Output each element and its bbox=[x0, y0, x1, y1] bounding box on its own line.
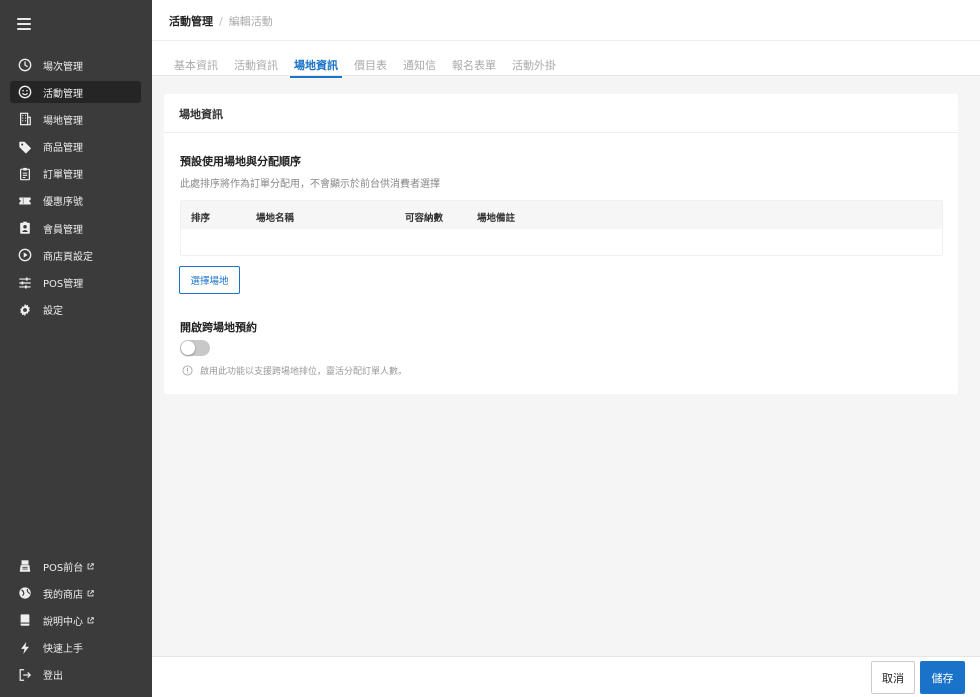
sidebar-item-settings[interactable]: 設定 bbox=[10, 299, 141, 321]
cross-venue-title: 開啟跨場地預約 bbox=[180, 321, 257, 334]
sidebar-item-pos-frontend[interactable]: POS前台 bbox=[10, 555, 141, 577]
sidebar-item-label: 會員管理 bbox=[43, 224, 83, 236]
gear-icon bbox=[17, 302, 32, 317]
sidebar-item-label: 優惠序號 bbox=[43, 197, 83, 209]
tab-registration-form[interactable]: 報名表單 bbox=[452, 57, 496, 78]
info-icon bbox=[182, 365, 193, 376]
tab-venue-info[interactable]: 場地資訊 bbox=[290, 57, 342, 78]
sidebar-item-help-center[interactable]: 說明中心 bbox=[10, 609, 141, 631]
column-header-capacity: 可容納數 bbox=[405, 213, 444, 224]
register-icon bbox=[17, 559, 32, 574]
default-venue-description: 此處排序將作為訂單分配用，不會顯示於前台供消費者選擇 bbox=[180, 179, 440, 190]
sidebar: 場次管理 活動管理 場地管理 商品管理 訂單管理 優惠序號 會員管理 商店頁設定… bbox=[0, 0, 152, 697]
cross-venue-toggle[interactable] bbox=[180, 340, 210, 356]
tab-event-plugins[interactable]: 活動外掛 bbox=[512, 57, 556, 78]
column-header-order: 排序 bbox=[191, 213, 211, 224]
cross-venue-hint-text: 啟用此功能以支援跨場地排位，靈活分配訂單人數。 bbox=[200, 367, 408, 377]
sidebar-item-label: 設定 bbox=[43, 306, 63, 318]
tab-notification-email[interactable]: 通知信 bbox=[403, 57, 436, 78]
venue-table: 排序 場地名稱 可容納數 場地備註 bbox=[180, 200, 943, 256]
tab-bar: 基本資訊 活動資訊 場地資訊 價目表 通知信 報名表單 活動外掛 bbox=[152, 41, 980, 78]
member-icon bbox=[17, 221, 32, 236]
sidebar-item-events[interactable]: 活動管理 bbox=[10, 81, 141, 104]
sidebar-item-label: POS前台 bbox=[43, 562, 84, 574]
sidebar-item-label: POS管理 bbox=[43, 279, 84, 290]
sidebar-item-sessions[interactable]: 場次管理 bbox=[10, 54, 141, 76]
tab-basic-info[interactable]: 基本資訊 bbox=[174, 57, 218, 78]
cancel-button[interactable]: 取消 bbox=[871, 661, 915, 694]
column-header-venue-note: 場地備註 bbox=[477, 213, 516, 224]
sidebar-item-label: 場次管理 bbox=[43, 61, 83, 73]
play-circle-icon bbox=[17, 248, 32, 263]
sidebar-item-orders[interactable]: 訂單管理 bbox=[10, 163, 141, 185]
building-icon bbox=[17, 112, 32, 127]
external-link-icon bbox=[87, 562, 94, 569]
sidebar-item-label: 說明中心 bbox=[43, 616, 83, 628]
sidebar-item-label: 場地管理 bbox=[43, 115, 83, 127]
external-link-icon bbox=[87, 617, 94, 624]
book-icon bbox=[17, 613, 32, 628]
sidebar-item-pos[interactable]: POS管理 bbox=[10, 272, 141, 294]
sidebar-item-venues[interactable]: 場地管理 bbox=[10, 108, 141, 130]
sidebar-nav: 場次管理 活動管理 場地管理 商品管理 訂單管理 優惠序號 會員管理 商店頁設定… bbox=[10, 54, 141, 326]
footer-actions: 取消 儲存 bbox=[152, 656, 980, 697]
sidebar-item-label: 訂單管理 bbox=[43, 170, 83, 182]
sidebar-item-members[interactable]: 會員管理 bbox=[10, 217, 141, 239]
smiley-icon bbox=[17, 85, 32, 100]
venue-info-card: 場地資訊 預設使用場地與分配順序 此處排序將作為訂單分配用，不會顯示於前台供消費… bbox=[164, 94, 958, 394]
sidebar-item-label: 快速上手 bbox=[43, 644, 83, 656]
external-link-icon bbox=[87, 589, 94, 597]
globe-icon bbox=[17, 586, 32, 601]
sidebar-item-quick-start[interactable]: 快速上手 bbox=[10, 637, 141, 659]
top-header: 活動管理 / 編輯活動 bbox=[152, 0, 980, 41]
breadcrumb-events[interactable]: 活動管理 bbox=[169, 13, 213, 29]
venue-table-header: 排序 場地名稱 可容納數 場地備註 bbox=[181, 201, 942, 229]
sliders-icon bbox=[17, 275, 32, 290]
sidebar-item-products[interactable]: 商品管理 bbox=[10, 136, 141, 158]
tab-price-list[interactable]: 價目表 bbox=[354, 57, 387, 78]
cross-venue-hint: 啟用此功能以支援跨場地排位，靈活分配訂單人數。 bbox=[182, 364, 407, 377]
clock-icon bbox=[17, 58, 32, 73]
logout-icon bbox=[17, 667, 32, 682]
card-title: 場地資訊 bbox=[164, 94, 958, 133]
tag-icon bbox=[17, 139, 32, 154]
sidebar-bottom-nav: POS前台 我的商店 說明中心 快速上手 登出 bbox=[10, 555, 141, 691]
column-header-venue-name: 場地名稱 bbox=[256, 213, 295, 224]
sidebar-item-coupons[interactable]: 優惠序號 bbox=[10, 190, 141, 212]
default-venue-title: 預設使用場地與分配順序 bbox=[180, 155, 301, 168]
toggle-knob bbox=[181, 341, 195, 355]
sidebar-item-label: 商品管理 bbox=[43, 143, 83, 155]
breadcrumb-current: 編輯活動 bbox=[228, 15, 273, 28]
save-button[interactable]: 儲存 bbox=[920, 661, 965, 694]
tab-event-info[interactable]: 活動資訊 bbox=[234, 57, 278, 78]
lightning-icon bbox=[17, 640, 32, 655]
breadcrumb: 活動管理 / 編輯活動 bbox=[169, 13, 273, 29]
sidebar-item-my-store[interactable]: 我的商店 bbox=[10, 582, 141, 604]
sidebar-item-logout[interactable]: 登出 bbox=[10, 664, 141, 686]
sidebar-item-label: 登出 bbox=[43, 671, 63, 683]
sidebar-item-label: 我的商店 bbox=[43, 589, 83, 601]
select-venue-button[interactable]: 選擇場地 bbox=[179, 266, 240, 294]
menu-icon[interactable] bbox=[17, 18, 31, 30]
sidebar-item-label: 活動管理 bbox=[43, 88, 83, 100]
sidebar-item-storefront[interactable]: 商店頁設定 bbox=[10, 244, 141, 266]
clipboard-icon bbox=[17, 166, 32, 181]
breadcrumb-separator: / bbox=[219, 14, 223, 28]
sidebar-item-label: 商店頁設定 bbox=[43, 251, 93, 263]
ticket-icon bbox=[17, 193, 32, 208]
